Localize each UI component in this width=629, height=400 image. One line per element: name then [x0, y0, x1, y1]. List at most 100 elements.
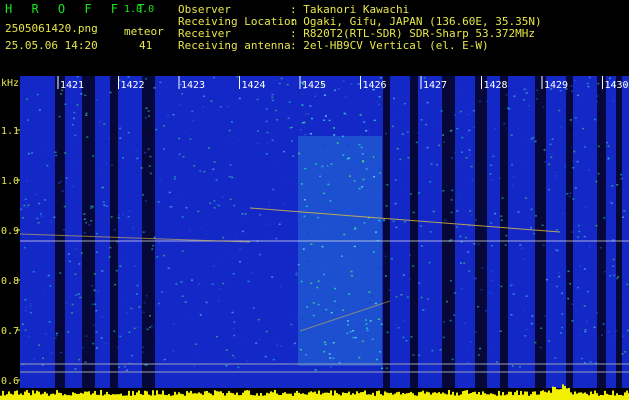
noise-speck [450, 239, 453, 241]
noise-speck [122, 157, 124, 159]
level-bar [188, 392, 190, 400]
noise-speck [368, 242, 371, 245]
noise-speck [47, 274, 50, 277]
noise-speck [153, 87, 156, 89]
noise-speck [417, 132, 420, 134]
noise-speck [542, 106, 545, 109]
noise-speck [193, 165, 196, 167]
noise-speck [215, 179, 218, 181]
level-bar [464, 390, 466, 400]
level-bar [490, 393, 492, 400]
noise-speck [364, 319, 367, 321]
noise-speck [40, 215, 43, 217]
level-bar [622, 395, 624, 400]
noise-speck [202, 95, 205, 97]
level-bar [118, 394, 120, 400]
noise-speck [384, 255, 387, 258]
dark-column [535, 76, 546, 400]
noise-speck [475, 219, 477, 221]
noise-speck [512, 176, 515, 178]
freq-tick-label: 0.8 [1, 276, 19, 287]
noise-speck [244, 340, 247, 342]
noise-speck [210, 100, 213, 102]
noise-speck [584, 146, 587, 148]
noise-speck [613, 334, 616, 336]
noise-speck [65, 302, 68, 304]
noise-speck [520, 247, 523, 250]
level-bar [410, 391, 412, 400]
noise-speck [328, 119, 331, 122]
level-bar [140, 394, 142, 400]
level-bar [28, 392, 30, 400]
noise-speck [410, 336, 413, 338]
noise-speck [621, 335, 624, 338]
level-bar [606, 393, 608, 400]
level-bar [252, 395, 254, 400]
noise-speck [142, 346, 144, 348]
noise-speck [606, 142, 609, 144]
noise-speck [84, 94, 87, 97]
noise-speck [158, 242, 160, 244]
level-bar [370, 394, 372, 400]
noise-speck [133, 265, 136, 267]
noise-speck [333, 134, 336, 136]
level-bar [620, 394, 622, 400]
noise-speck [561, 313, 564, 315]
noise-speck [317, 216, 320, 219]
noise-speck [500, 215, 503, 217]
level-bar [498, 391, 500, 400]
noise-speck [359, 135, 362, 138]
level-bar [224, 395, 226, 400]
noise-speck [127, 76, 130, 78]
noise-speck [375, 231, 377, 233]
noise-speck [368, 291, 371, 293]
noise-speck [232, 273, 235, 275]
noise-speck [490, 179, 493, 181]
level-bar [270, 391, 272, 400]
level-bar [288, 393, 290, 400]
noise-speck [378, 219, 381, 222]
noise-speck [471, 179, 474, 182]
level-bar [34, 393, 36, 400]
antenna-label: Receiving antenna [178, 39, 291, 52]
noise-speck [525, 295, 528, 297]
noise-speck [259, 214, 262, 216]
noise-speck [519, 366, 521, 368]
noise-speck [172, 114, 175, 116]
level-bar [412, 393, 414, 400]
noise-speck [46, 164, 49, 167]
noise-speck [120, 231, 123, 233]
noise-speck [114, 283, 117, 286]
noise-speck [323, 351, 326, 353]
dark-column [616, 76, 622, 400]
level-bar [90, 394, 92, 400]
level-bar [530, 394, 532, 400]
level-bar [162, 390, 164, 400]
level-bar [152, 390, 154, 400]
noise-speck [268, 205, 271, 207]
noise-speck [332, 127, 335, 129]
noise-speck [291, 316, 294, 318]
level-bar [444, 393, 446, 400]
noise-speck [122, 213, 125, 216]
level-bar [2, 390, 4, 400]
level-bar [40, 394, 42, 400]
noise-speck [142, 351, 145, 353]
noise-speck [91, 303, 94, 306]
noise-speck [73, 165, 76, 168]
noise-speck [310, 121, 313, 124]
level-bar [6, 394, 8, 400]
noise-speck [450, 199, 453, 201]
noise-speck [321, 245, 324, 248]
level-bar [304, 394, 306, 400]
noise-speck [472, 110, 475, 112]
noise-speck [593, 326, 596, 329]
dark-column [410, 76, 418, 400]
noise-speck [603, 271, 606, 273]
noise-speck [524, 197, 527, 199]
noise-speck [580, 357, 583, 360]
noise-speck [83, 213, 86, 215]
noise-speck [181, 295, 184, 297]
noise-speck [548, 163, 551, 166]
noise-speck [173, 176, 176, 178]
